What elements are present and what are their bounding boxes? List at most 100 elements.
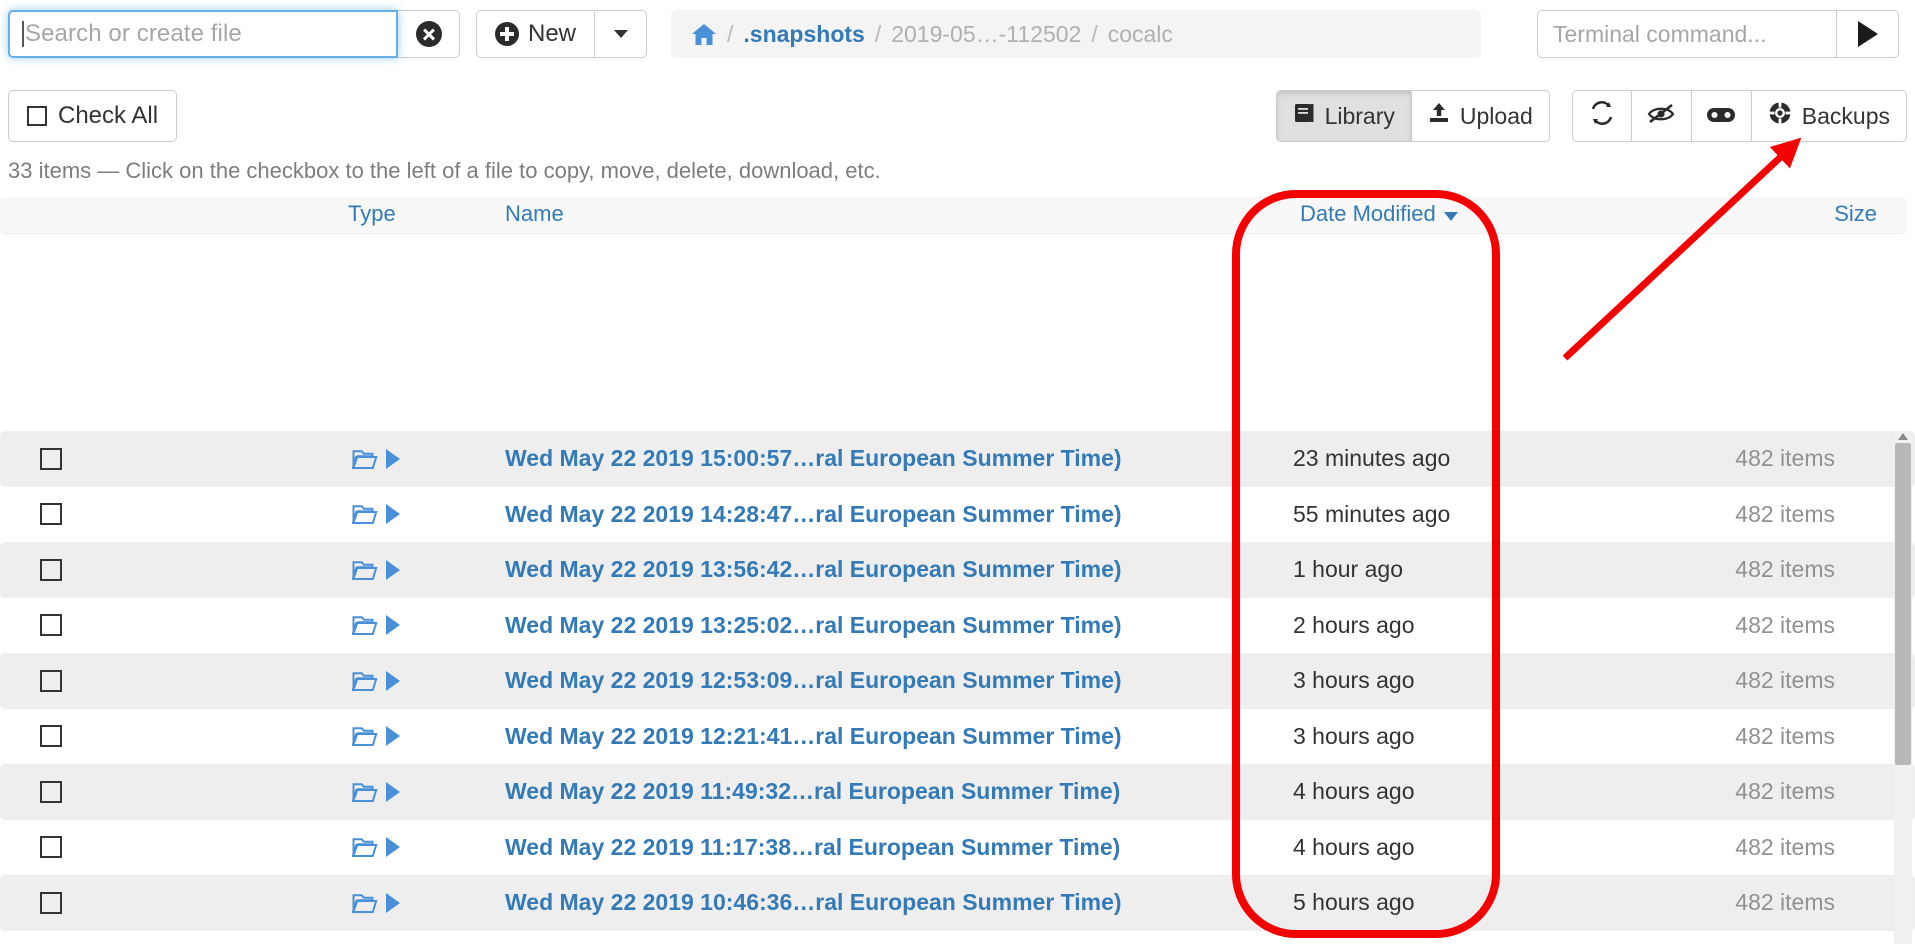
vertical-scrollbar[interactable] (1894, 431, 1912, 944)
column-header-size[interactable]: Size (1834, 201, 1877, 227)
open-folder-icon (352, 448, 379, 470)
expand-arrow-icon[interactable] (386, 782, 400, 802)
toggle-hidden-files-button[interactable] (1632, 90, 1692, 142)
file-rows: Wed May 22 2019 15:00:57…ral European Su… (0, 431, 1915, 944)
row-file-name[interactable]: Wed May 22 2019 11:17:38…ral European Su… (505, 834, 1120, 861)
library-button[interactable]: Library (1276, 90, 1412, 142)
row-file-name[interactable]: Wed May 22 2019 10:46:36…ral European Su… (505, 889, 1122, 916)
expand-arrow-icon[interactable] (386, 893, 400, 913)
row-date-modified: 5 hours ago (1293, 889, 1414, 916)
row-type-cell[interactable] (352, 448, 400, 470)
open-folder-icon (352, 836, 379, 858)
table-row[interactable]: Wed May 22 2019 10:46:36…ral European Su… (0, 875, 1915, 931)
row-file-name[interactable]: Wed May 22 2019 15:00:57…ral European Su… (505, 445, 1122, 472)
item-count-info: 33 items — Click on the checkbox to the … (8, 158, 881, 184)
row-type-cell[interactable] (352, 614, 400, 636)
table-row[interactable]: Wed May 22 2019 15:00:57…ral European Su… (0, 431, 1915, 487)
row-type-cell[interactable] (352, 781, 400, 803)
open-folder-icon (352, 725, 379, 747)
table-row[interactable]: Wed May 22 2019 13:25:02…ral European Su… (0, 598, 1915, 654)
terminal-run-button[interactable] (1837, 10, 1899, 58)
expand-arrow-icon[interactable] (386, 504, 400, 524)
table-row[interactable]: Wed May 22 2019 13:56:42…ral European Su… (0, 542, 1915, 598)
search-group: Search or create file (8, 10, 460, 58)
row-type-cell[interactable] (352, 892, 400, 914)
row-checkbox[interactable] (40, 614, 62, 636)
row-size: 482 items (1735, 445, 1835, 472)
open-folder-icon (352, 892, 379, 914)
breadcrumb: / .snapshots / 2019-05…-112502 / cocalc (671, 10, 1481, 58)
row-size: 482 items (1735, 556, 1835, 583)
scroll-up-arrow-icon[interactable] (1898, 433, 1908, 440)
expand-arrow-icon[interactable] (386, 726, 400, 746)
terminal-placeholder: Terminal command... (1553, 21, 1766, 48)
row-file-name[interactable]: Wed May 22 2019 14:28:47…ral European Su… (505, 501, 1122, 528)
column-header-name[interactable]: Name (505, 201, 564, 227)
row-file-name[interactable]: Wed May 22 2019 13:56:42…ral European Su… (505, 556, 1122, 583)
expand-arrow-icon[interactable] (386, 449, 400, 469)
row-file-name[interactable]: Wed May 22 2019 12:21:41…ral European Su… (505, 723, 1122, 750)
new-dropdown-button[interactable] (595, 10, 647, 58)
row-type-cell[interactable] (352, 559, 400, 581)
top-toolbar: Search or create file New / .snapshots (0, 0, 1915, 68)
new-button[interactable]: New (476, 10, 595, 58)
plus-circle-icon (495, 22, 519, 46)
new-button-label: New (528, 20, 576, 48)
row-type-cell[interactable] (352, 503, 400, 525)
column-header-type[interactable]: Type (348, 201, 396, 227)
clear-search-button[interactable] (398, 10, 460, 58)
row-type-cell[interactable] (352, 725, 400, 747)
row-checkbox[interactable] (40, 725, 62, 747)
table-row[interactable]: Wed May 22 2019 14:28:47…ral European Su… (0, 487, 1915, 543)
row-date-modified: 4 hours ago (1293, 834, 1414, 861)
row-type-cell[interactable] (352, 836, 400, 858)
row-size: 482 items (1735, 778, 1835, 805)
open-folder-icon (352, 781, 379, 803)
upload-icon (1428, 102, 1450, 130)
expand-arrow-icon[interactable] (386, 837, 400, 857)
row-type-cell[interactable] (352, 670, 400, 692)
row-checkbox[interactable] (40, 781, 62, 803)
table-row[interactable]: Wed May 22 2019 12:21:41…ral European Su… (0, 709, 1915, 765)
scrollbar-thumb[interactable] (1895, 443, 1911, 765)
table-row[interactable]: Wed May 22 2019 11:49:32…ral European Su… (0, 764, 1915, 820)
toggle-masked-files-button[interactable] (1692, 90, 1752, 142)
check-all-button[interactable]: Check All (8, 90, 177, 142)
table-row[interactable]: Wed May 22 2019 12:53:09…ral European Su… (0, 653, 1915, 709)
row-size: 482 items (1735, 501, 1835, 528)
row-file-name[interactable]: Wed May 22 2019 13:25:02…ral European Su… (505, 612, 1122, 639)
library-upload-group: Library Upload (1276, 90, 1550, 142)
action-toolbar: Check All Library (0, 88, 1915, 150)
expand-arrow-icon[interactable] (386, 560, 400, 580)
row-size: 482 items (1735, 834, 1835, 861)
view-options-group: Backups (1572, 90, 1907, 142)
table-row[interactable]: Wed May 22 2019 11:17:38…ral European Su… (0, 820, 1915, 876)
play-icon (1858, 21, 1878, 47)
expand-arrow-icon[interactable] (386, 615, 400, 635)
row-file-name[interactable]: Wed May 22 2019 11:49:32…ral European Su… (505, 778, 1120, 805)
row-checkbox[interactable] (40, 503, 62, 525)
terminal-command-input[interactable]: Terminal command... (1537, 10, 1837, 58)
breadcrumb-item-cocalc[interactable]: cocalc (1108, 21, 1173, 48)
backups-button[interactable]: Backups (1752, 90, 1907, 142)
row-checkbox[interactable] (40, 892, 62, 914)
row-checkbox[interactable] (40, 448, 62, 470)
open-folder-icon (352, 614, 379, 636)
row-size: 482 items (1735, 612, 1835, 639)
search-placeholder: Search or create file (25, 20, 242, 48)
library-label: Library (1325, 103, 1395, 130)
row-checkbox[interactable] (40, 559, 62, 581)
column-header-date-modified[interactable]: Date Modified (1300, 201, 1458, 227)
home-icon[interactable] (691, 23, 717, 46)
upload-button[interactable]: Upload (1412, 90, 1550, 142)
breadcrumb-item-timestamp[interactable]: 2019-05…-112502 (891, 21, 1081, 48)
row-checkbox[interactable] (40, 670, 62, 692)
search-input[interactable]: Search or create file (8, 10, 398, 58)
row-file-name[interactable]: Wed May 22 2019 12:53:09…ral European Su… (505, 667, 1122, 694)
table-row[interactable]: Wed May 22 2019 09:50:51…ral European Su… (0, 931, 1915, 944)
expand-arrow-icon[interactable] (386, 671, 400, 691)
row-checkbox[interactable] (40, 836, 62, 858)
refresh-button[interactable] (1572, 90, 1632, 142)
breadcrumb-item-snapshots[interactable]: .snapshots (743, 21, 864, 48)
row-date-modified: 2 hours ago (1293, 612, 1414, 639)
